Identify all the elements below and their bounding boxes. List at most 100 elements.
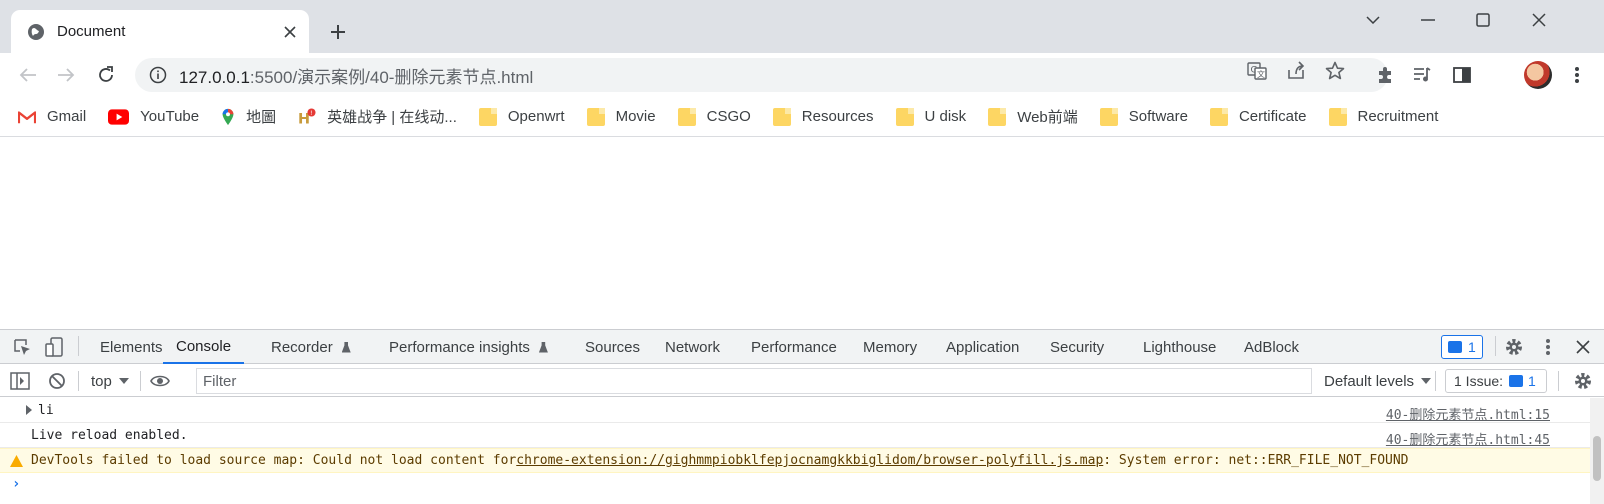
bookmark-label: Gmail [47,108,87,125]
folder-icon [478,107,497,126]
new-tab-button[interactable] [324,18,352,46]
bookmark-folder-resources[interactable]: Resources [772,107,874,126]
bookmark-folder-udisk[interactable]: U disk [895,107,966,126]
close-devtools-icon[interactable] [1573,337,1593,357]
context-selector[interactable]: top [91,365,129,397]
bookmark-label: Movie [615,108,656,125]
tab-document[interactable]: Document [11,10,309,53]
console-warning[interactable]: DevTools failed to load source map: Coul… [0,448,1590,473]
media-control-icon[interactable] [1410,63,1434,87]
tab-elements[interactable]: Elements [100,330,163,364]
source-link[interactable]: 40-删除元素节点.html:45 [1386,429,1550,448]
maps-icon [222,108,234,125]
folder-icon [677,107,696,126]
close-tab-icon[interactable] [281,23,299,41]
bookmark-label: Certificate [1238,108,1307,125]
bookmark-gmail[interactable]: Gmail [18,108,86,126]
inspect-element-icon[interactable] [12,337,32,357]
source-link[interactable]: 40-删除元素节点.html:15 [1386,404,1550,423]
extensions-icon[interactable] [1374,63,1398,87]
tab-memory[interactable]: Memory [863,330,917,364]
tab-adblock[interactable]: AdBlock [1244,330,1299,364]
forward-button[interactable] [50,59,82,91]
url-text[interactable]: 127.0.0.1:5500/演示案例/40-删除元素节点.html [179,63,1388,88]
chevron-down-icon [118,378,129,384]
warning-link[interactable]: chrome-extension://gighmmpiobklfepjocnam… [516,453,1103,468]
tab-label: AdBlock [1244,338,1300,356]
bookmark-folder-movie[interactable]: Movie [586,107,656,126]
more-menu-icon[interactable] [1565,63,1589,87]
message-icon [1448,341,1462,353]
tab-label: Sources [585,338,641,356]
issues-badge[interactable]: 1 [1441,335,1483,359]
device-toolbar-icon[interactable] [45,337,65,357]
console-scrollbar[interactable] [1590,398,1604,504]
toolbar-divider [140,371,141,391]
browser-toolbar: 127.0.0.1:5500/演示案例/40-删除元素节点.html G文 [0,53,1604,97]
bookmark-folder-certificate[interactable]: Certificate [1209,107,1307,126]
settings-gear-icon[interactable] [1504,337,1524,357]
tab-search-icon[interactable] [1358,8,1388,32]
scrollbar-thumb[interactable] [1593,436,1601,481]
console-filter-input[interactable]: Filter [196,368,1312,394]
close-window-button[interactable] [1524,8,1554,32]
tab-performance[interactable]: Performance [751,330,837,364]
bookmark-youtube[interactable]: YouTube [108,108,199,126]
bookmark-folder-openwrt[interactable]: Openwrt [478,107,565,126]
profile-avatar[interactable] [1524,61,1552,89]
bookmark-folder-csgo[interactable]: CSGO [677,107,751,126]
tab-strip: Document [0,0,1604,53]
expand-triangle-icon[interactable] [26,405,32,415]
show-sidebar-icon[interactable] [10,371,30,391]
tab-label: Memory [863,338,918,356]
live-expression-eye-icon[interactable] [150,371,170,391]
tab-console[interactable]: Console [163,330,245,364]
prompt-chevron-icon: › [12,476,21,492]
bookmark-label: Resources [801,108,874,125]
tab-lighthouse[interactable]: Lighthouse [1143,330,1216,364]
bookmark-label: YouTube [140,108,200,125]
reload-button[interactable] [90,59,122,91]
bookmark-lol[interactable]: H! 英雄战争 | 在线动... [298,106,457,127]
bookmark-star-icon[interactable] [1325,61,1345,81]
tab-label: Network [665,338,721,356]
bookmark-folder-web[interactable]: Web前端 [988,106,1078,127]
translate-icon[interactable]: G文 [1247,61,1267,81]
address-bar[interactable]: 127.0.0.1:5500/演示案例/40-删除元素节点.html [135,58,1388,92]
tab-recorder[interactable]: Recorder [271,330,351,364]
warning-suffix: : System error: net::ERR_FILE_NOT_FOUND [1103,453,1409,468]
bookmark-folder-software[interactable]: Software [1099,107,1188,126]
lol-icon: H! [298,107,316,126]
console-filter-bar: top Filter Default levels 1 Issue: 1 [0,365,1604,397]
side-panel-icon[interactable] [1450,63,1474,87]
tab-sources[interactable]: Sources [585,330,640,364]
console-message[interactable]: li 40-删除元素节点.html:15 [0,398,1590,423]
tab-performance-insights[interactable]: Performance insights [389,330,548,364]
bookmark-maps[interactable]: 地圖 [221,106,276,127]
console-message[interactable]: Live reload enabled. 40-删除元素节点.html:45 [0,423,1590,448]
url-host: 127.0.0.1 [179,67,250,87]
issues-button[interactable]: 1 Issue: 1 [1445,369,1547,393]
tab-network[interactable]: Network [665,330,720,364]
minimize-button[interactable] [1413,8,1443,32]
console-settings-gear-icon[interactable] [1573,371,1593,391]
back-button[interactable] [12,59,44,91]
page-viewport[interactable] [0,138,1604,329]
tab-label: Performance insights [389,338,530,356]
devtools-more-icon[interactable] [1538,337,1558,357]
share-icon[interactable] [1286,61,1306,81]
filter-placeholder: Filter [203,372,237,390]
maximize-button[interactable] [1468,8,1498,32]
clear-console-icon[interactable] [47,371,67,391]
site-info-icon[interactable] [149,66,167,84]
tab-application[interactable]: Application [946,330,1019,364]
bookmark-label: 英雄战争 | 在线动... [327,109,457,126]
tab-security[interactable]: Security [1050,330,1104,364]
console-output: li 40-删除元素节点.html:15 Live reload enabled… [0,398,1590,504]
context-value: top [91,372,112,390]
console-prompt[interactable]: › [0,473,1590,495]
bookmark-folder-recruitment[interactable]: Recruitment [1328,107,1438,126]
folder-icon [895,107,914,126]
log-levels-dropdown[interactable]: Default levels [1324,365,1432,397]
toolbar-divider [1558,371,1559,391]
